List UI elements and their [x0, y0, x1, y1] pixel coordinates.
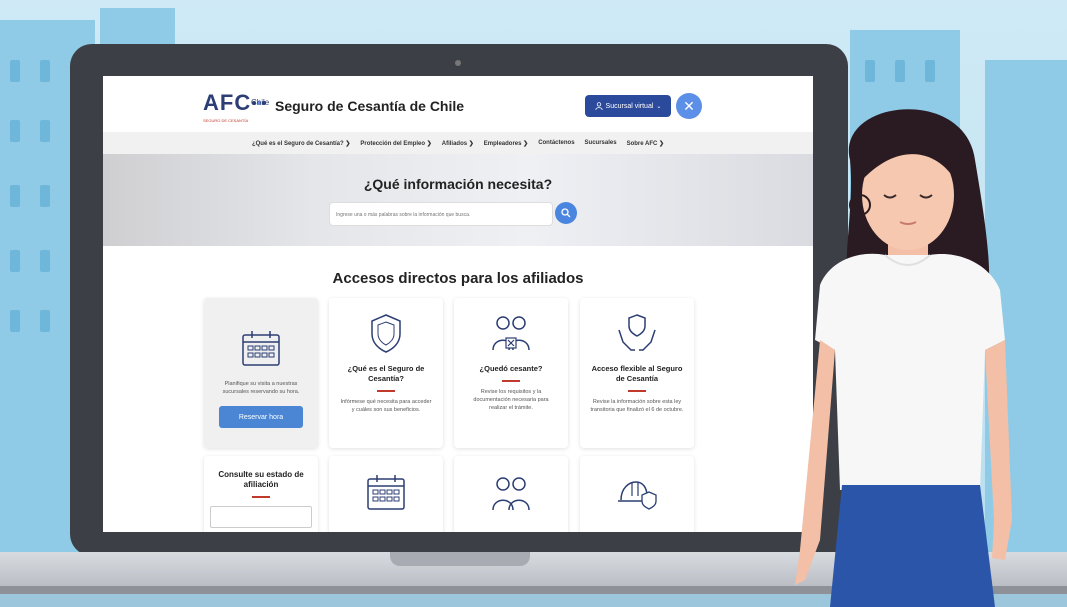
nav-item-afiliados[interactable]: Afiliados ❯ [442, 140, 474, 147]
card-row2-helmet[interactable] [580, 456, 694, 532]
red-divider [252, 496, 270, 498]
red-divider [502, 380, 520, 382]
red-divider [628, 390, 646, 392]
sucursal-virtual-button[interactable]: Sucursal virtual ⌄ [585, 95, 671, 117]
close-icon[interactable]: ✕ [676, 93, 702, 119]
hero-title: ¿Qué información necesita? [363, 176, 553, 192]
nav-item-sucursales[interactable]: Sucursales [585, 140, 617, 146]
card-que-es-seguro[interactable]: ¿Qué es el Seguro de Cesantía? Infórmese… [329, 298, 443, 448]
section-title: Accesos directos para los afiliados [332, 270, 584, 287]
card-quedo-cesante[interactable]: ¿Quedó cesante? Revise los requisitos y … [454, 298, 568, 448]
card-row2-people[interactable] [454, 456, 568, 532]
camera-icon [455, 60, 461, 66]
calendar-icon [367, 475, 405, 510]
laptop-screen: AFC Chile SEGURO DE CESANTÍA Seguro de C… [103, 76, 813, 532]
search-icon[interactable] [555, 202, 577, 224]
helmet-shield-icon [618, 481, 657, 510]
red-divider [377, 390, 395, 392]
search-box [329, 202, 553, 226]
main-nav: ¿Qué es el Seguro de Cesantía? ❯ Protecc… [103, 132, 813, 154]
nav-item-que-es[interactable]: ¿Qué es el Seguro de Cesantía? ❯ [252, 140, 350, 147]
nav-item-contactenos[interactable]: Contáctenos [538, 140, 574, 146]
laptop-notch [390, 552, 530, 566]
sucursal-virtual-label: Sucursal virtual [605, 102, 654, 110]
card-title: Consulte su estado de afiliación [218, 470, 304, 489]
chevron-down-icon: ⌄ [656, 103, 662, 110]
hands-shield-icon [618, 314, 656, 351]
card-reservar-hora: Planifique su visita a nuestras sucursal… [204, 298, 318, 448]
card-estado-afiliacion: Consulte su estado de afiliación [204, 456, 318, 532]
card-acceso-flexible[interactable]: Acceso flexible al Seguro de Cesantía Re… [580, 298, 694, 448]
background-building [100, 8, 175, 48]
nav-item-sobre-afc[interactable]: Sobre AFC ❯ [627, 140, 664, 147]
hero-banner: ¿Qué información necesita? [103, 154, 813, 246]
search-input[interactable] [330, 204, 538, 226]
people-icon [492, 316, 530, 351]
nav-item-empleadores[interactable]: Empleadores ❯ [484, 140, 528, 147]
card-title: ¿Qué es el Seguro de Cesantía? [347, 364, 425, 383]
card-title: ¿Quedó cesante? [479, 364, 543, 373]
site-title: Seguro de Cesantía de Chile [275, 98, 465, 114]
card-description: Planifique su visita a nuestras sucursal… [222, 381, 300, 395]
rut-input[interactable] [210, 505, 312, 528]
calendar-icon [242, 331, 280, 366]
card-description: Infórmese qué necesita para acceder y cu… [340, 398, 432, 413]
user-icon [594, 102, 603, 110]
logo-subtitle: SEGURO DE CESANTÍA [203, 118, 249, 123]
shield-icon [371, 314, 401, 353]
nav-item-proteccion[interactable]: Protección del Empleo ❯ [360, 140, 431, 147]
site-header: AFC Chile SEGURO DE CESANTÍA Seguro de C… [103, 76, 813, 130]
logo-dots-icon [252, 92, 270, 105]
presenter-illustration [795, 109, 1012, 607]
people-icon [492, 477, 530, 511]
card-row2-calendar[interactable] [329, 456, 443, 532]
logo-text: AFC [203, 90, 252, 115]
card-description: Revise los requisitos y la documentación… [473, 388, 549, 411]
afc-logo[interactable]: AFC Chile SEGURO DE CESANTÍA [203, 90, 269, 123]
card-description: Revise la información sobre esta ley tra… [590, 398, 684, 413]
card-title: Acceso flexible al Seguro de Cesantía [591, 364, 683, 383]
logo-chile: Chile [251, 98, 270, 107]
reservar-hora-button[interactable]: Reservar hora [219, 406, 303, 428]
